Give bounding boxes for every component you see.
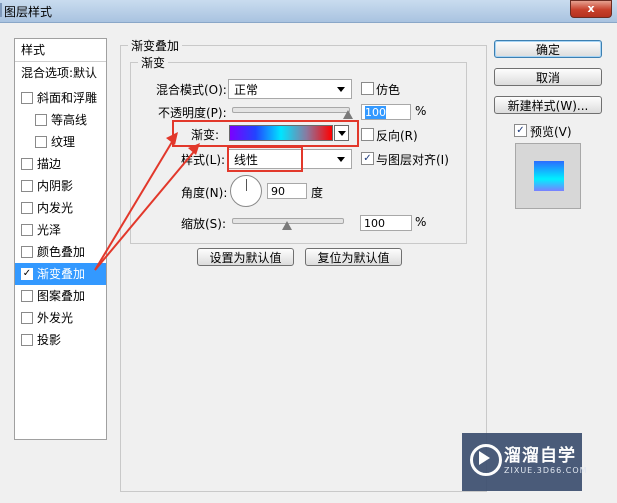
watermark-subtitle: ZIXUE.3D66.COM — [504, 466, 588, 475]
arrow-line-lower — [94, 136, 176, 271]
play-icon — [479, 451, 490, 465]
watermark: 溜溜自学 ZIXUE.3D66.COM — [462, 433, 587, 491]
arrow-line-upper — [94, 147, 198, 271]
watermark-title: 溜溜自学 — [504, 446, 576, 466]
annotation-arrow — [94, 132, 200, 271]
arrow-head-upper — [188, 143, 200, 155]
